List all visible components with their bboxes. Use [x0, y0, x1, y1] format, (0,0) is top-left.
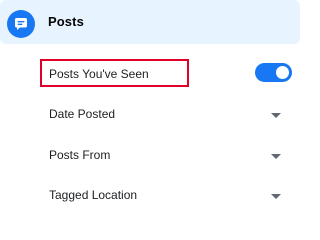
- posts-category-item[interactable]: Posts: [0, 0, 300, 44]
- caret-down-icon[interactable]: [271, 154, 281, 159]
- filter-label-tagged-location: Tagged Location: [49, 188, 138, 202]
- chat-bubble-icon: [7, 10, 35, 38]
- filter-date-posted[interactable]: Date Posted: [0, 95, 300, 135]
- filter-label-posts-from: Posts From: [49, 148, 111, 162]
- filter-tagged-location[interactable]: Tagged Location: [0, 176, 300, 216]
- posts-category-label: Posts: [48, 14, 84, 29]
- filter-label-date-posted: Date Posted: [49, 107, 116, 121]
- posts-youve-seen-toggle[interactable]: [255, 63, 292, 82]
- filter-posts-from[interactable]: Posts From: [0, 136, 300, 176]
- caret-down-icon[interactable]: [271, 113, 281, 118]
- filter-posts-youve-seen[interactable]: Posts You've Seen: [0, 56, 300, 96]
- posts-filter-panel: Posts Posts You've Seen Date Posted Post…: [0, 0, 300, 217]
- filter-label-posts-youve-seen: Posts You've Seen: [49, 67, 149, 81]
- caret-down-icon[interactable]: [271, 194, 281, 199]
- toggle-knob: [276, 66, 289, 79]
